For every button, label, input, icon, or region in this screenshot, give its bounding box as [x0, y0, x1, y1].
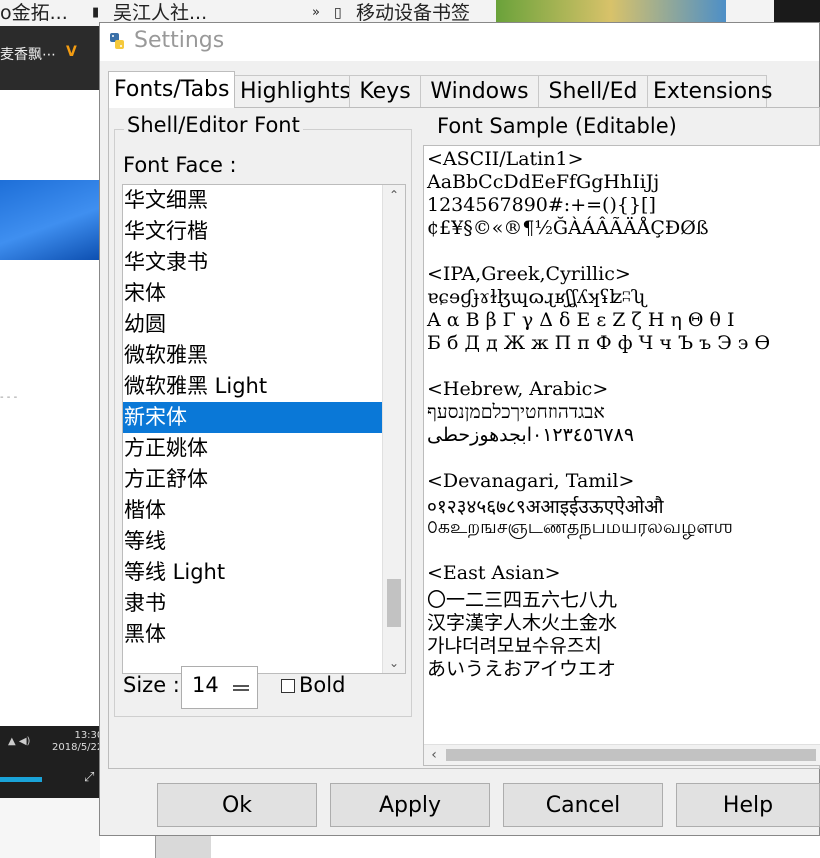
sample-line: <East Asian> [427, 562, 561, 584]
font-list-scrollbar[interactable]: ⌃ ⌄ [382, 185, 405, 673]
clock-date: 2018/5/22 [52, 742, 104, 753]
cancel-button[interactable]: Cancel [503, 783, 663, 827]
ok-button[interactable]: Ok [157, 783, 317, 827]
sample-line: AaBbCcDdEeFfGgHhIiJj [427, 171, 660, 193]
bold-checkbox[interactable] [281, 679, 295, 693]
font-group-label: Shell/Editor Font [124, 113, 303, 137]
chevron-down-icon[interactable]: ⌄ [383, 653, 405, 673]
font-list-item[interactable]: 等线 Light [123, 557, 385, 588]
sample-line: 1234567890#:+=(){}[] [427, 194, 656, 216]
sample-line: <IPA,Greek,Cyrillic> [427, 263, 631, 285]
sample-line: ɐɕɘɠɟɤɫɮɰɷɻʁʃʆʎʞʢʫʭʯ [427, 286, 646, 308]
font-list-item-selected[interactable]: 新宋体 [123, 402, 385, 433]
background-window [155, 836, 211, 858]
font-list-item[interactable]: 华文行楷 [123, 216, 385, 247]
sample-line: <Devanagari, Tamil> [427, 470, 635, 492]
scrollbar-thumb[interactable] [387, 579, 401, 627]
apply-button[interactable]: Apply [330, 783, 490, 827]
bold-label[interactable]: Bold [299, 673, 345, 697]
browser-tab-1[interactable]: o金拓... [0, 0, 84, 26]
font-list-item[interactable]: 黑体 [123, 619, 385, 650]
tab-fonts-tabs[interactable]: Fonts/Tabs [108, 71, 235, 108]
chevron-left-icon[interactable]: ‹ [426, 745, 442, 765]
font-list-item[interactable]: 楷体 [123, 495, 385, 526]
sample-line: Б б Д д Ж ж П п Ф ф Ч ч Ъ ъ Э э Ѳ [427, 332, 771, 354]
app-logo: V [66, 44, 77, 60]
font-face-list[interactable]: 华文细黑 华文行楷 华文隶书 宋体 幼圆 微软雅黑 微软雅黑 Light 新宋体… [122, 184, 406, 674]
clock: 13:30 2018/5/22 [52, 730, 103, 754]
dropdown-icon [233, 685, 249, 691]
tab-shell-ed[interactable]: Shell/Ed [538, 75, 648, 107]
player-progress[interactable] [0, 777, 42, 782]
tab-windows[interactable]: Windows [420, 75, 539, 107]
font-sample-label: Font Sample (Editable) [437, 114, 677, 138]
font-list-item[interactable]: 等线 [123, 526, 385, 557]
font-list-item[interactable]: 华文隶书 [123, 247, 385, 278]
sample-line: ٠١٢٣٤٥٦٧٨٩ابجدهوزحطی [427, 424, 635, 446]
tab-highlights[interactable]: Highlights [234, 75, 351, 107]
font-list-item[interactable]: 隶书 [123, 588, 385, 619]
volume-icon[interactable]: ▲ ◀) [8, 736, 30, 747]
font-list-item[interactable]: 微软雅黑 [123, 340, 385, 371]
settings-dialog: Settings Fonts/Tabs Highlights Keys Wind… [99, 22, 820, 836]
sample-hscrollbar[interactable]: ‹ [424, 744, 820, 765]
sample-line: <Hebrew, Arabic> [427, 378, 609, 400]
sample-line: ¢£¥§©«®¶½ĞÀÁÂÃÄÅÇÐØß [427, 217, 709, 239]
tab-extensions[interactable]: Extensions [647, 75, 772, 107]
help-button[interactable]: Help [676, 783, 820, 827]
font-sample-text[interactable]: <ASCII/Latin1> AaBbCcDdEeFfGgHhIiJj 1234… [423, 145, 820, 766]
sample-line: Α α Β β Γ γ Δ δ Ε ε Ζ ζ Η η Θ θ Ι [427, 309, 735, 331]
sample-line: ௦கஉறஙசஞடணதநபமயரலவழளஶ [427, 516, 734, 538]
sample-line: אבגדהוזחטיךכלםמןנסעף [427, 401, 605, 423]
font-list-item[interactable]: 方正舒体 [123, 464, 385, 495]
font-face-label: Font Face : [123, 153, 237, 177]
fullscreen-icon[interactable]: ⤢ [84, 770, 94, 785]
sample-line: あいうえおアイウエオ [427, 658, 617, 680]
font-list-item[interactable]: 方正姚体 [123, 433, 385, 464]
size-selector[interactable]: 14 [181, 666, 258, 709]
chevron-up-icon[interactable]: ⌃ [383, 185, 405, 205]
divider: - - - [0, 392, 18, 403]
scrollbar-thumb[interactable] [446, 749, 816, 761]
sample-line: <ASCII/Latin1> [427, 148, 584, 170]
background-text: 麦香飘⋯ [0, 47, 56, 63]
size-value: 14 [192, 673, 219, 697]
tab-keys[interactable]: Keys [349, 75, 421, 107]
font-list-item[interactable]: 微软雅黑 Light [123, 371, 385, 402]
title-bar: Settings [100, 23, 819, 61]
size-label: Size : [123, 673, 180, 697]
clock-time: 13:30 [74, 730, 104, 741]
window-title: Settings [134, 28, 225, 53]
font-list-item[interactable]: 幼圆 [123, 309, 385, 340]
background-image [0, 180, 100, 260]
background-panel [0, 798, 100, 858]
python-icon [110, 33, 124, 49]
font-list-item[interactable]: 宋体 [123, 278, 385, 309]
font-list-item[interactable]: 华文细黑 [123, 185, 385, 216]
